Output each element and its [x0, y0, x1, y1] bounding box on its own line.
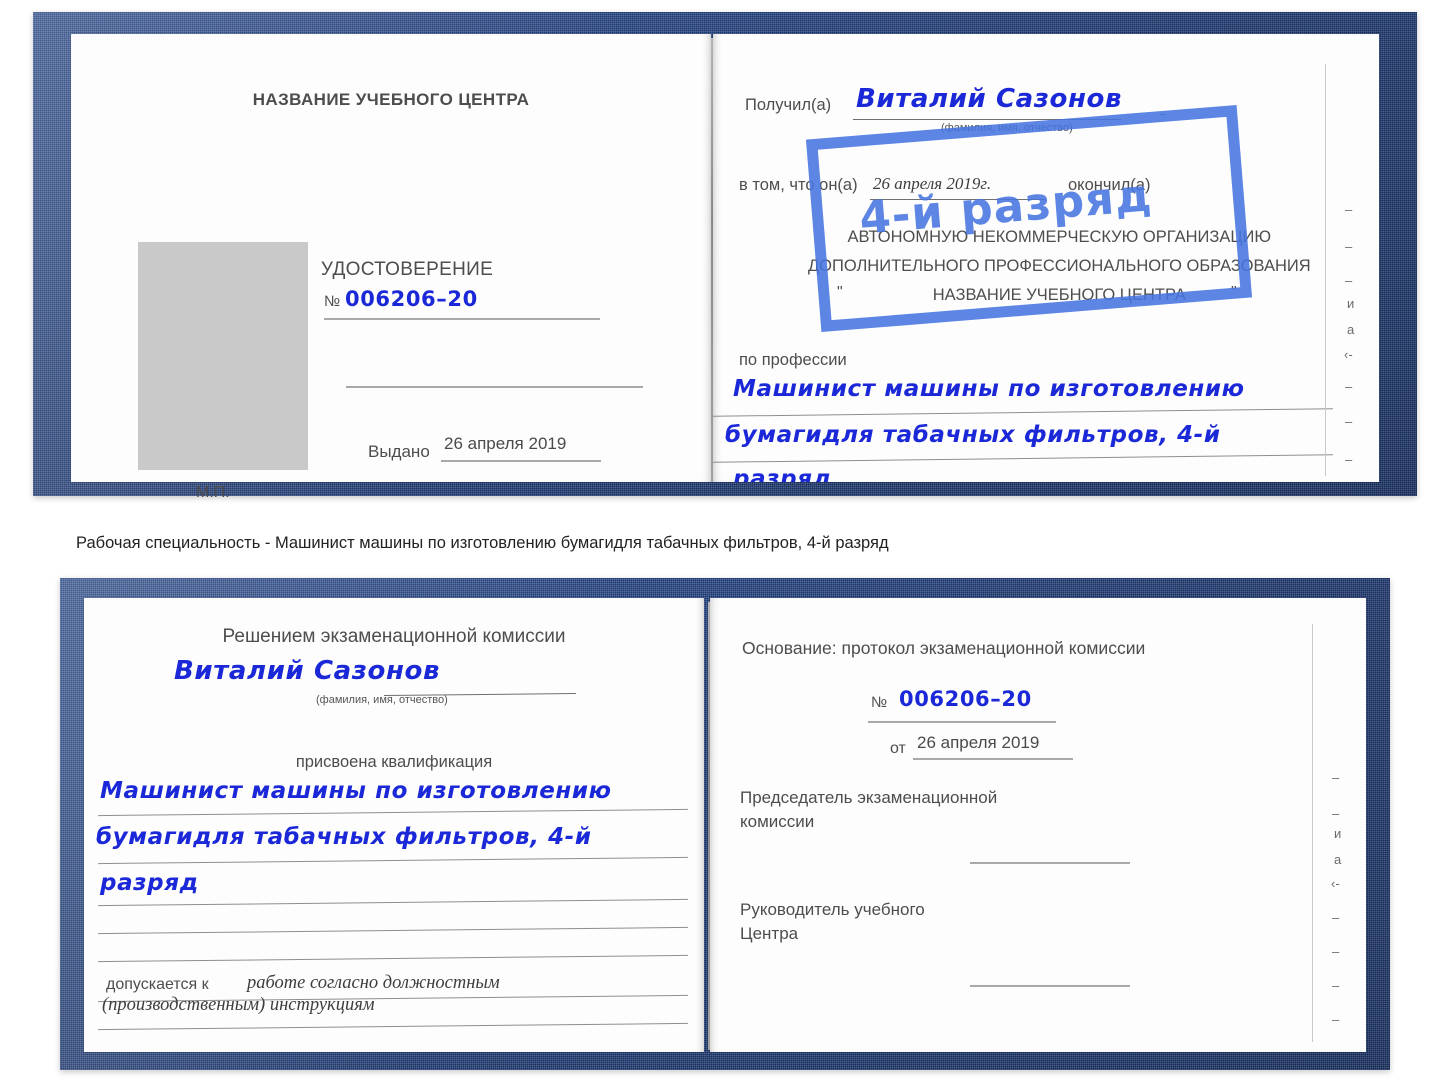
number-underline: [324, 318, 600, 320]
edge-fragment: –: [1345, 273, 1353, 288]
edge-fragment: –: [1332, 944, 1340, 959]
caption-text: Рабочая специальность - Машинист машины …: [76, 534, 889, 552]
director-signature-line: [970, 985, 1130, 987]
profession-line-2: бумагидля табачных фильтров, 4-й: [725, 422, 1221, 448]
front-left-page: НАЗВАНИЕ УЧЕБНОГО ЦЕНТРА УДОСТОВЕРЕНИЕ №…: [71, 34, 711, 501]
qualification-line-3: разряд: [100, 870, 199, 896]
qualification-line-2: бумагидля табачных фильтров, 4-й: [96, 824, 592, 850]
edge-fragment: а: [1347, 322, 1355, 337]
edge-fragment: –: [1345, 379, 1353, 394]
qual-rule-4: [98, 926, 688, 935]
qual-rule-3: [98, 898, 688, 907]
admitted-value-line-2: (производственным) инструкциям: [102, 995, 375, 1015]
director-line-2: Центра: [740, 924, 799, 943]
photo-placeholder: [138, 242, 308, 470]
inside-left-page: Решением экзаменационной комиссии Витали…: [84, 598, 704, 1052]
name-hint-inside: (фамилия, имя, отчество): [316, 694, 448, 706]
org-line-3: НАЗВАНИЕ УЧЕБНОГО ЦЕНТРА: [932, 286, 1186, 304]
edge-fragment: –: [1345, 202, 1353, 217]
qualification-line-1: Машинист машины по изготовлению: [100, 778, 612, 804]
chairman-line-1: Председатель экзаменационной: [740, 788, 998, 807]
protocol-date-label: от: [890, 740, 906, 757]
edge-fragment: –: [1332, 770, 1340, 785]
edge-page-line: [1325, 64, 1326, 476]
decision-title: Решением экзаменационной комиссии: [222, 626, 566, 647]
qualification-label: присвоена квалификация: [295, 753, 493, 771]
that-he-label: в том, что он(а): [739, 176, 858, 194]
edge-fragment: –: [1332, 1012, 1340, 1027]
chairman-line-2: комиссии: [740, 812, 815, 831]
certificate-number: 006206–20: [345, 287, 478, 311]
admitted-rule-2: [98, 1022, 688, 1031]
edge-fragment: –: [1345, 414, 1353, 429]
certificate-inside: Решением экзаменационной комиссии Витали…: [60, 578, 1390, 1070]
edge-fragment: –: [1332, 910, 1340, 925]
profession-rule-1: [713, 408, 1333, 417]
qual-rule-2: [98, 856, 688, 865]
inside-right-page: Основание: протокол экзаменационной коми…: [710, 598, 1366, 1052]
edge-fragment: –: [1332, 978, 1340, 993]
profession-rule-2: [713, 454, 1333, 463]
received-underline: [853, 119, 1121, 120]
seal-label: М.П.: [196, 484, 230, 501]
protocol-number: 006206–20: [899, 687, 1032, 711]
completion-date: 26 апреля 2019г.: [873, 174, 992, 193]
issued-underline: [441, 460, 601, 462]
protocol-date-underline: [913, 758, 1073, 760]
edge-fragment: ‹-: [1331, 876, 1340, 891]
edge-fragment: и: [1334, 826, 1342, 841]
chairman-signature-line: [970, 862, 1130, 864]
received-name: Виталий Сазонов: [856, 84, 1123, 114]
admitted-value-line-1: работе согласно должностным: [247, 973, 500, 993]
issued-date: 26 апреля 2019: [444, 434, 567, 453]
protocol-number-underline: [868, 721, 1056, 723]
director-line-1: Руководитель учебного: [740, 900, 925, 919]
completion-date-underline: [870, 199, 1045, 200]
number-symbol: №: [324, 293, 341, 310]
admitted-label: допускается к: [106, 976, 209, 993]
org-quote-close: ": [1231, 284, 1237, 301]
edge-page-line: [1312, 624, 1313, 1042]
protocol-number-symbol: №: [871, 694, 888, 711]
org-quote-open: ": [837, 284, 843, 301]
profession-line-3: разряд: [733, 466, 832, 482]
qual-rule-1: [98, 808, 688, 817]
org-line-2: ДОПОЛНИТЕЛЬНОГО ПРОФЕССИОНАЛЬНОГО ОБРАЗО…: [807, 257, 1311, 275]
certificate-front: НАЗВАНИЕ УЧЕБНОГО ЦЕНТРА УДОСТОВЕРЕНИЕ №…: [33, 12, 1417, 501]
edge-fragment: а: [1334, 852, 1342, 867]
blank-line-1: [346, 386, 643, 388]
qual-rule-5: [98, 954, 688, 963]
front-right-page: Получил(а) Виталий Сазонов (фамилия, имя…: [713, 34, 1379, 482]
edge-fragment: –: [1345, 452, 1353, 467]
received-label: Получил(а): [745, 96, 832, 114]
edge-fragment: ‹-: [1344, 347, 1353, 362]
name-hint-front: (фамилия, имя, отчество): [941, 122, 1073, 134]
org-line-1: АВТОНОМНУЮ НЕКОММЕРЧЕСКУЮ ОРГАНИЗАЦИЮ: [847, 228, 1272, 246]
student-name: Виталий Сазонов: [174, 656, 441, 686]
training-center-title: НАЗВАНИЕ УЧЕБНОГО ЦЕНТРА: [252, 90, 530, 109]
document-title: УДОСТОВЕРЕНИЕ: [320, 259, 494, 280]
issued-label: Выдано: [368, 442, 430, 461]
edge-dash-top: –: [1159, 106, 1167, 121]
edge-fragment: –: [1345, 239, 1353, 254]
edge-fragment: –: [1332, 806, 1340, 821]
finished-label: окончил(а): [1068, 176, 1151, 194]
profession-line-1: Машинист машины по изготовлению: [733, 376, 1245, 402]
protocol-date: 26 апреля 2019: [917, 733, 1040, 752]
profession-label: по профессии: [739, 351, 847, 369]
basis-label: Основание: протокол экзаменационной коми…: [742, 638, 1146, 658]
edge-fragment: и: [1347, 296, 1355, 311]
